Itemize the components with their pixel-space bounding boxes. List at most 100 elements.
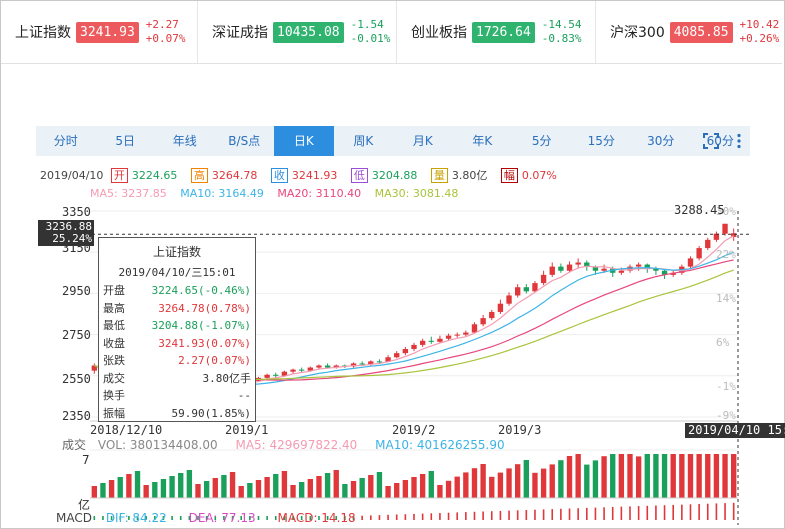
macd-bar [663, 505, 666, 520]
candle-body [359, 363, 365, 365]
volume-bar [281, 471, 288, 498]
candle-body [506, 295, 512, 304]
volume-bar [316, 476, 322, 498]
volume-bar [229, 472, 236, 498]
volume-bar [471, 468, 478, 498]
macd-bar [430, 513, 433, 520]
volume-bar [333, 470, 339, 498]
macd-bar [681, 504, 683, 520]
volume-bar [437, 485, 443, 498]
candle-body [290, 369, 296, 372]
volume-bar [100, 483, 106, 498]
candle-body [454, 334, 460, 336]
macd-dif: DIF: 84.22 [105, 511, 167, 525]
candle-body [687, 258, 694, 267]
y-tick: 2950 [62, 284, 91, 298]
macd-bar [629, 506, 631, 520]
candle-body [566, 264, 573, 271]
candle-body [471, 324, 478, 333]
volume-bar [290, 485, 296, 498]
vol-ma10: MA10: 401626255.90 [375, 438, 505, 452]
volume-bar [445, 480, 452, 498]
tooltip-row-open: 开盘 3224.65(-0.46%) [103, 284, 251, 297]
candle-body [722, 223, 728, 234]
candle-body [705, 239, 711, 249]
volume-legend: 成交 VOL: 380134408.00 MA5: 429697822.40 M… [62, 436, 519, 453]
macd-bar [421, 513, 424, 520]
pct-tick: 6% [716, 336, 730, 349]
volume-bar [497, 472, 504, 498]
macd-bar [646, 505, 649, 520]
macd-bar [672, 504, 674, 520]
macd-bar [698, 504, 700, 520]
macd-bar [447, 512, 450, 520]
candle-body [635, 264, 642, 267]
volume-bar [117, 477, 123, 498]
tooltip-datetime: 2019/04/10/三15:01 [118, 266, 236, 279]
macd-bar [732, 502, 735, 520]
tooltip-row-low: 最低 3204.88(-1.07%) [103, 319, 251, 332]
ohlc-tooltip: 上证指数 2019/04/10/三15:01 开盘 3224.65(-0.46%)… [98, 237, 256, 422]
candle-body [376, 361, 383, 363]
candle-body [273, 374, 279, 376]
candle-body [532, 283, 538, 292]
volume-bar [661, 454, 668, 498]
volume-bar [273, 474, 279, 498]
vol-ma5: MA5: 429697822.40 [235, 438, 358, 452]
macd-bar [568, 508, 571, 520]
volume-bar [489, 476, 495, 498]
candle-body [324, 365, 331, 368]
macd-bar [594, 507, 597, 520]
macd-bar [525, 510, 528, 520]
macd-bar [689, 504, 692, 520]
macd-bar [577, 508, 579, 520]
volume-bar [506, 468, 512, 498]
macd-bar [378, 515, 381, 520]
candle-body [411, 344, 417, 350]
macd-bar [551, 509, 554, 520]
volume-bar [549, 464, 555, 498]
pct-tick: -1% [716, 380, 736, 393]
volume-bar [143, 485, 149, 498]
macd-bar [473, 511, 476, 520]
volume-bar [584, 464, 590, 498]
candle-body [299, 369, 305, 371]
volume-bar [376, 472, 383, 498]
macd-bar [620, 506, 623, 520]
macd-bar [456, 512, 458, 520]
candle-body [463, 332, 469, 335]
candle-body [540, 274, 547, 284]
volume-bar [160, 479, 167, 498]
volume-bar [169, 476, 175, 498]
macd-bar [560, 508, 562, 520]
volume-bar [324, 473, 331, 498]
volume-bar [264, 477, 270, 498]
macd-bar [499, 510, 502, 520]
cursor-date-label: 2019/04/10 15:01 [685, 423, 785, 438]
tooltip-title: 上证指数 [152, 245, 201, 259]
y-tick: 2350 [62, 409, 91, 423]
volume-bar [428, 471, 434, 498]
volume-bar [342, 484, 348, 498]
volume-bar [532, 472, 538, 498]
macd-bar [439, 513, 441, 520]
volume-bar [523, 460, 529, 498]
volume-bar [126, 474, 132, 498]
cursor-price-label: 3236.88 25.24% [38, 220, 94, 246]
candle-body [428, 340, 434, 342]
volume-bar [134, 471, 141, 498]
macd-bar [586, 507, 588, 520]
vol-value: VOL: 380134408.00 [97, 438, 218, 452]
volume-bar [359, 478, 365, 498]
candle-body [558, 266, 564, 271]
volume-bar [480, 464, 486, 498]
volume-bar [515, 464, 521, 498]
volume-bar [731, 454, 737, 498]
volume-bar [627, 454, 633, 498]
y-tick: 2550 [62, 372, 91, 386]
volume-bar [644, 454, 650, 498]
volume-bar [91, 486, 97, 498]
candle-body [445, 335, 452, 339]
macd-bar [706, 503, 709, 520]
volume-bar [221, 475, 227, 498]
